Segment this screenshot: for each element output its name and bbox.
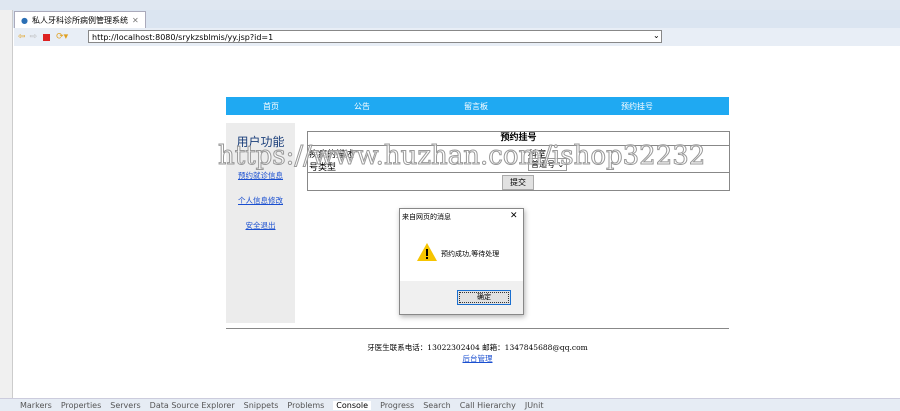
sidebar-link-logout[interactable]: 安全退出 — [226, 220, 295, 231]
sidebar-link-profile[interactable]: 个人信息修改 — [226, 195, 295, 206]
tab-title: 私人牙科诊所病例管理系统 — [32, 15, 128, 26]
top-nav: 首页 公告 留言板 预约挂号 — [226, 97, 729, 115]
tab-properties[interactable]: Properties — [61, 401, 101, 410]
tab-servers[interactable]: Servers — [110, 401, 140, 410]
stop-icon[interactable] — [43, 34, 50, 41]
sidebar: 用户功能 预约就诊信息 个人信息修改 安全退出 — [226, 123, 295, 323]
back-icon[interactable]: ⇦ — [18, 32, 26, 42]
nav-home[interactable]: 首页 — [263, 101, 279, 112]
type-select-value: 普通号 — [531, 160, 555, 169]
alert-dialog: 来自网页的消息 ✕ 预约成功,等待处理 确定 — [399, 208, 524, 315]
ide-toolbar — [0, 0, 900, 10]
browser-tab[interactable]: ● 私人牙科诊所病例管理系统 ✕ — [14, 11, 146, 28]
tab-search[interactable]: Search — [423, 401, 450, 410]
url-input[interactable]: http://localhost:8080/srykzsblmis/yy.jsp… — [88, 30, 662, 43]
sidebar-title: 用户功能 — [226, 133, 295, 150]
footer-divider — [226, 328, 729, 329]
tab-problems[interactable]: Problems — [287, 401, 324, 410]
tab-junit[interactable]: JUnit — [525, 401, 544, 410]
appointment-form: 预约挂号 疾病的描述 科室 号类型 普通号 ⌄ 提交 — [307, 131, 730, 191]
nav-notice[interactable]: 公告 — [354, 101, 370, 112]
forward-icon[interactable]: ⇨ — [30, 32, 38, 42]
dialog-title: 来自网页的消息 — [402, 212, 451, 222]
ide-bottom-tabs: Markers Properties Servers Data Source E… — [0, 398, 900, 411]
ok-button[interactable]: 确定 — [457, 290, 511, 305]
tab-call-hierarchy[interactable]: Call Hierarchy — [460, 401, 516, 410]
tab-console[interactable]: Console — [333, 401, 371, 410]
tab-snippets[interactable]: Snippets — [244, 401, 279, 410]
tab-progress[interactable]: Progress — [380, 401, 414, 410]
globe-icon: ● — [21, 16, 28, 25]
submit-button[interactable]: 提交 — [502, 175, 534, 190]
desc-label: 疾病的描述 — [309, 147, 354, 160]
close-tab-icon[interactable]: ✕ — [132, 16, 139, 25]
footer-contact: 牙医生联系电话：13022302404 邮箱：1347845688@qq.com — [226, 342, 729, 353]
dialog-close-icon[interactable]: ✕ — [510, 211, 518, 221]
nav-guestbook[interactable]: 留言板 — [464, 101, 488, 112]
sidebar-link-appointments[interactable]: 预约就诊信息 — [226, 170, 295, 181]
admin-link[interactable]: 后台管理 — [463, 354, 493, 363]
tab-markers[interactable]: Markers — [20, 401, 52, 410]
refresh-icon[interactable]: ⟳▾ — [56, 32, 68, 42]
url-dropdown-icon[interactable]: ⌄ — [653, 31, 660, 40]
type-select[interactable]: 普通号 ⌄ — [528, 158, 567, 171]
warning-icon — [416, 242, 438, 262]
dialog-message: 预约成功,等待处理 — [441, 249, 499, 259]
form-title: 预约挂号 — [308, 132, 729, 145]
nav-appointment[interactable]: 预约挂号 — [621, 101, 653, 112]
left-panel — [0, 10, 13, 398]
tab-data-source-explorer[interactable]: Data Source Explorer — [150, 401, 235, 410]
